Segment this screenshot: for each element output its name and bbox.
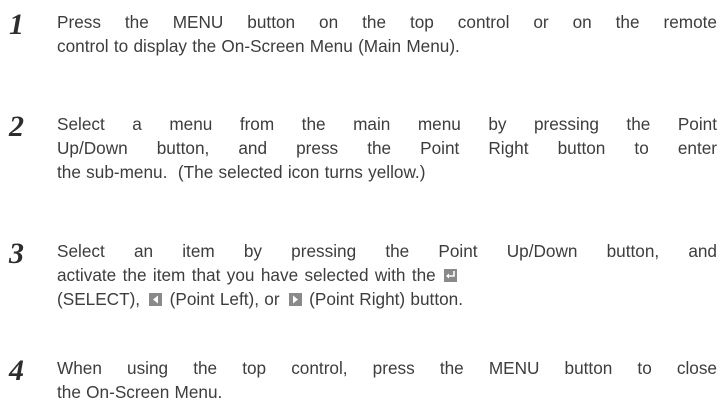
step-text: Select a menu from the main menu by pres… (57, 112, 721, 184)
point-left-icon (149, 293, 163, 306)
step-text: Select an item by pressing the Point Up/… (57, 239, 721, 311)
step-line: activate the item that you have selected… (57, 263, 721, 287)
step-number: 1 (9, 8, 24, 41)
step-line-text: activate the item that you have selected… (57, 265, 436, 285)
step-line: the On-Screen Menu. (57, 382, 223, 402)
page: { "steps": [ { "number": "1", "lines": [… (0, 0, 724, 415)
point-right-label: (Point Right) button. (309, 289, 463, 309)
select-enter-icon (444, 269, 458, 282)
select-label: (SELECT), (57, 289, 141, 309)
step-line: Select an item by pressing the Point Up/… (57, 241, 717, 261)
step-line: control to display the On-Screen Menu (M… (57, 36, 460, 56)
step-number: 4 (9, 354, 24, 387)
step-line: the sub-menu. (The selected icon turns y… (57, 162, 426, 182)
step-line: When using the top control, press the ME… (57, 358, 717, 378)
step-line: Up/Down button, and press the Point Righ… (57, 138, 717, 158)
step-number: 2 (9, 110, 24, 143)
step-text: Press the MENU button on the top control… (57, 10, 721, 58)
step-line: Press the MENU button on the top control… (57, 12, 717, 32)
step-line: (SELECT), (Point Left), or (Point Right)… (57, 287, 721, 311)
step-text: When using the top control, press the ME… (57, 356, 721, 404)
point-right-icon (288, 293, 302, 306)
step-number: 3 (9, 237, 24, 270)
point-left-label: (Point Left), or (169, 289, 280, 309)
step-line: Select a menu from the main menu by pres… (57, 114, 717, 134)
